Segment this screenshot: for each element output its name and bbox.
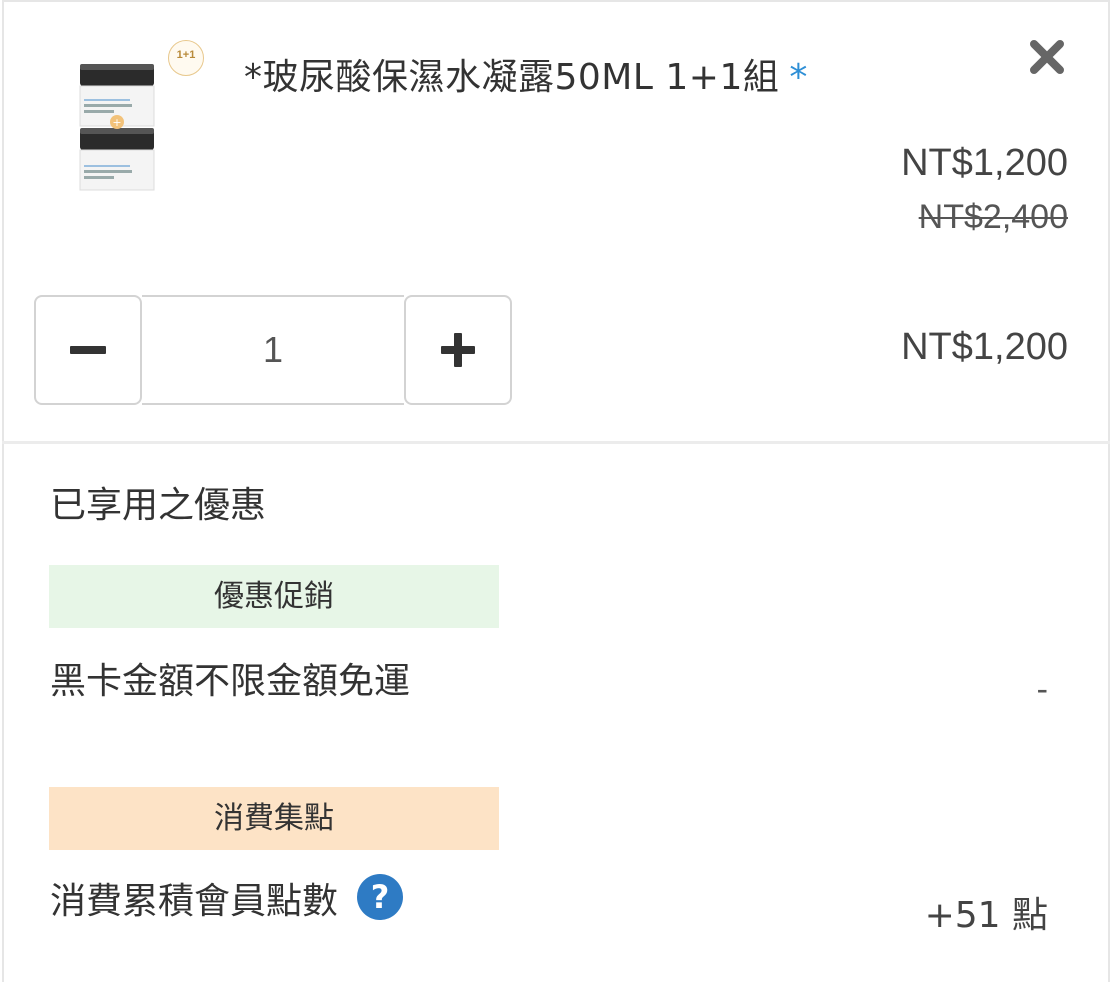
svg-text:?: ? <box>371 878 390 916</box>
discount-name: 黑卡金額不限金額免運 <box>50 661 411 702</box>
minus-icon <box>70 346 106 354</box>
discount-value: - <box>1036 670 1048 708</box>
promo-badge-text: 1+1 <box>176 49 196 61</box>
promo-badge-icon: 1+1 <box>168 40 204 76</box>
sale-price: NT$1,200 <box>901 142 1068 184</box>
quantity-input[interactable]: 1 <box>142 295 404 405</box>
quantity-stepper: 1 <box>34 295 514 409</box>
required-asterisk: * <box>789 57 808 98</box>
line-total: NT$1,200 <box>901 326 1068 368</box>
original-price: NT$2,400 <box>918 198 1068 236</box>
plus-icon <box>441 333 475 367</box>
question-circle-icon[interactable]: ? <box>356 873 404 921</box>
product-title-text[interactable]: *玻尿酸保濕水凝露50ML 1+1組 <box>244 57 779 98</box>
increase-quantity-button[interactable] <box>404 295 512 405</box>
remove-item-button[interactable] <box>1026 36 1068 78</box>
points-tag: 消費集點 <box>49 787 499 850</box>
decrease-quantity-button[interactable] <box>34 295 142 405</box>
points-row: 消費累積會員點數 ? <box>50 872 404 924</box>
discount-tag: 優惠促銷 <box>49 565 499 628</box>
svg-text:+: + <box>112 116 121 129</box>
close-icon <box>1030 40 1064 74</box>
product-title[interactable]: *玻尿酸保濕水凝露50ML 1+1組 * <box>244 48 808 100</box>
promotions-heading: 已享用之優惠 <box>50 485 267 526</box>
section-divider <box>2 441 1110 444</box>
points-value: +51 點 <box>924 895 1048 936</box>
product-image: + 1+1 <box>68 38 208 198</box>
points-name: 消費累積會員點數 <box>50 881 339 922</box>
